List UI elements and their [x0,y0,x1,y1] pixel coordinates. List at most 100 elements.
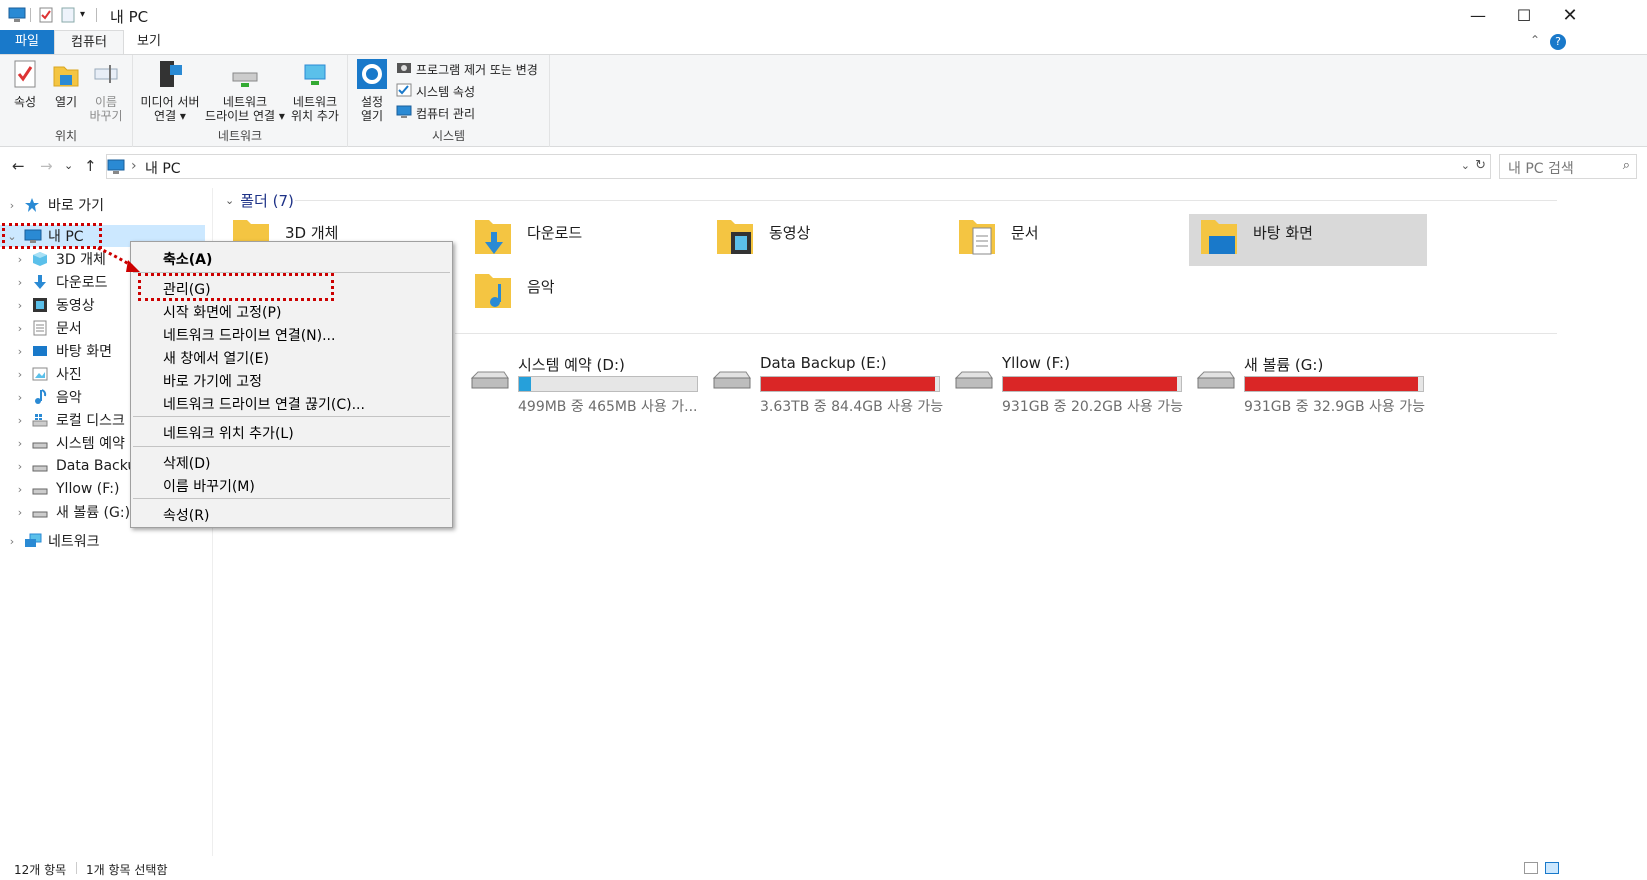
help-icon[interactable]: ? [1550,34,1566,50]
expand-chevron-icon[interactable]: › [14,483,26,496]
nav-data-backup[interactable]: › Data Backup [14,455,145,477]
drive-new-volume[interactable]: 새 볼륨 (G:) 931GB 중 32.9GB 사용 가능 [1196,350,1436,415]
folder-music[interactable]: 음악 [471,268,711,320]
drive-system-reserved[interactable]: 시스템 예약 (D:) 499MB 중 465MB 사용 가... [470,350,710,415]
expand-chevron-icon[interactable]: › [14,345,26,358]
properties-quick-icon[interactable] [38,7,54,27]
highlight-this-pc-box [2,223,102,249]
refresh-icon[interactable]: ↻ [1475,158,1486,173]
nav-pictures[interactable]: › 사진 [14,363,82,385]
open-settings-button[interactable]: 설정 열기 [354,59,390,123]
menu-item-disconnect-drive[interactable]: 네트워크 드라이브 연결 끊기(C)... [163,394,365,414]
this-pc-icon[interactable] [8,7,26,27]
menu-item-collapse[interactable]: 축소(A) [163,249,212,269]
search-input[interactable]: 내 PC 검색 ⌕ [1499,154,1637,179]
address-field[interactable]: › 내 PC ⌄ ↻ [106,154,1491,179]
tab-file[interactable]: 파일 [0,30,54,55]
address-dropdown-icon[interactable]: ⌄ [1461,159,1470,172]
map-network-drive-button[interactable]: 네트워크 드라이브 연결 ▾ [203,59,287,123]
minimize-button[interactable]: — [1455,0,1501,30]
nav-3d-objects[interactable]: › 3D 개체 [14,248,106,270]
folder-name: 문서 [1011,224,1039,242]
open-button[interactable]: 열기 [48,59,84,109]
rename-label-1: 이름 [94,95,118,109]
menu-item-properties[interactable]: 속성(R) [163,505,209,525]
folder-downloads[interactable]: 다운로드 [471,214,711,266]
computer-management-button[interactable]: 컴퓨터 관리 [396,105,475,122]
drive-space-info: 499MB 중 465MB 사용 가... [518,399,698,415]
expand-chevron-icon[interactable]: › [14,506,26,519]
drive-data-backup[interactable]: Data Backup (E:) 3.63TB 중 84.4GB 사용 가능 [712,350,952,415]
expand-chevron-icon[interactable]: › [14,299,26,312]
expand-chevron-icon[interactable]: › [14,414,26,427]
menu-item-delete[interactable]: 삭제(D) [163,453,210,473]
properties-button[interactable]: 속성 [6,59,44,109]
drive-icon [32,435,50,451]
nav-desktop[interactable]: › 바탕 화면 [14,340,112,362]
expand-chevron-icon[interactable]: › [14,368,26,381]
status-separator [76,862,77,874]
cube-icon [32,251,50,267]
new-folder-quick-icon[interactable] [60,7,76,27]
expand-chevron-icon[interactable]: › [14,322,26,335]
large-icons-view-icon[interactable] [1545,862,1559,874]
close-button[interactable]: ✕ [1547,0,1593,30]
nav-videos[interactable]: › 동영상 [14,294,95,316]
nav-local-disk[interactable]: › 로컬 디스크 [14,409,125,431]
nav-system-reserved[interactable]: › 시스템 예약 [14,432,125,454]
drive-usage-fill [1003,377,1178,391]
details-view-icon[interactable] [1524,862,1538,874]
address-bar-row: ← → ⌄ ↑ › 내 PC ⌄ ↻ 내 PC 검색 ⌕ [0,148,1647,184]
tab-computer[interactable]: 컴퓨터 [54,30,124,56]
rename-button[interactable]: 이름 바꾸기 [86,59,126,123]
folder-videos[interactable]: 동영상 [713,214,953,266]
drive-name: Yllow (F:) [1002,354,1070,372]
collapse-ribbon-icon[interactable]: ⌃ [1530,33,1540,47]
nav-yllow[interactable]: › Yllow (F:) [14,478,120,500]
menu-item-open-new-window[interactable]: 새 창에서 열기(E) [163,348,269,368]
expand-chevron-icon[interactable]: › [6,535,18,548]
menu-item-pin-quick-access[interactable]: 바로 가기에 고정 [163,371,262,391]
menu-item-rename[interactable]: 이름 바꾸기(M) [163,476,255,496]
add-network-location-button[interactable]: 네트워크 위치 추가 [287,59,343,123]
collapse-group-icon[interactable]: ⌄ [225,194,234,207]
media-server-button[interactable]: 미디어 서버 연결 ▾ [137,59,203,123]
customize-quick-access-icon[interactable]: ▾ [80,9,85,20]
item-count: 12개 항목 [14,863,67,877]
menu-item-add-network-location[interactable]: 네트워크 위치 추가(L) [163,423,294,443]
forward-button[interactable]: → [40,157,53,175]
nav-new-volume[interactable]: › 새 볼륨 (G:) [14,501,130,523]
expand-chevron-icon[interactable]: › [14,460,26,473]
menu-item-pin-start[interactable]: 시작 화면에 고정(P) [163,302,281,322]
up-button[interactable]: ↑ [84,157,97,175]
nav-downloads[interactable]: › 다운로드 [14,271,108,293]
nav-music[interactable]: › 음악 [14,386,82,408]
nav-documents[interactable]: › 문서 [14,317,82,339]
system-properties-label: 시스템 속성 [416,85,476,99]
search-placeholder: 내 PC 검색 [1508,161,1574,177]
nav-network[interactable]: › 네트워크 [6,530,100,552]
folder-documents[interactable]: 문서 [955,214,1195,266]
rename-label-2: 바꾸기 [89,109,123,123]
expand-chevron-icon[interactable]: › [14,437,26,450]
drive-space-info: 931GB 중 32.9GB 사용 가능 [1244,399,1426,415]
folder-desktop[interactable]: 바탕 화면 [1189,214,1427,266]
maximize-button[interactable]: ☐ [1501,0,1547,30]
expand-chevron-icon[interactable]: › [14,253,26,266]
folders-group-header[interactable]: ⌄ 폴더 (7) [225,190,294,211]
nav-quick-access[interactable]: › 바로 가기 [6,194,104,216]
drive-icon [954,370,994,394]
menu-item-map-drive[interactable]: 네트워크 드라이브 연결(N)... [163,325,335,345]
address-separator: › [131,158,137,174]
tab-view[interactable]: 보기 [124,30,174,55]
folder-name: 3D 개체 [285,224,339,242]
back-button[interactable]: ← [12,157,25,175]
ribbon: 속성 열기 이름 바꾸기 위치 미디어 서버 연결 ▾ 네트워크 드라이브 연결… [0,54,1647,147]
expand-chevron-icon[interactable]: › [14,391,26,404]
expand-chevron-icon[interactable]: › [14,276,26,289]
system-properties-button[interactable]: 시스템 속성 [396,83,475,100]
expand-chevron-icon[interactable]: › [6,199,18,212]
drive-yllow[interactable]: Yllow (F:) 931GB 중 20.2GB 사용 가능 [954,350,1194,415]
uninstall-program-button[interactable]: 프로그램 제거 또는 변경 [396,61,538,78]
recent-locations-button[interactable]: ⌄ [64,159,73,172]
